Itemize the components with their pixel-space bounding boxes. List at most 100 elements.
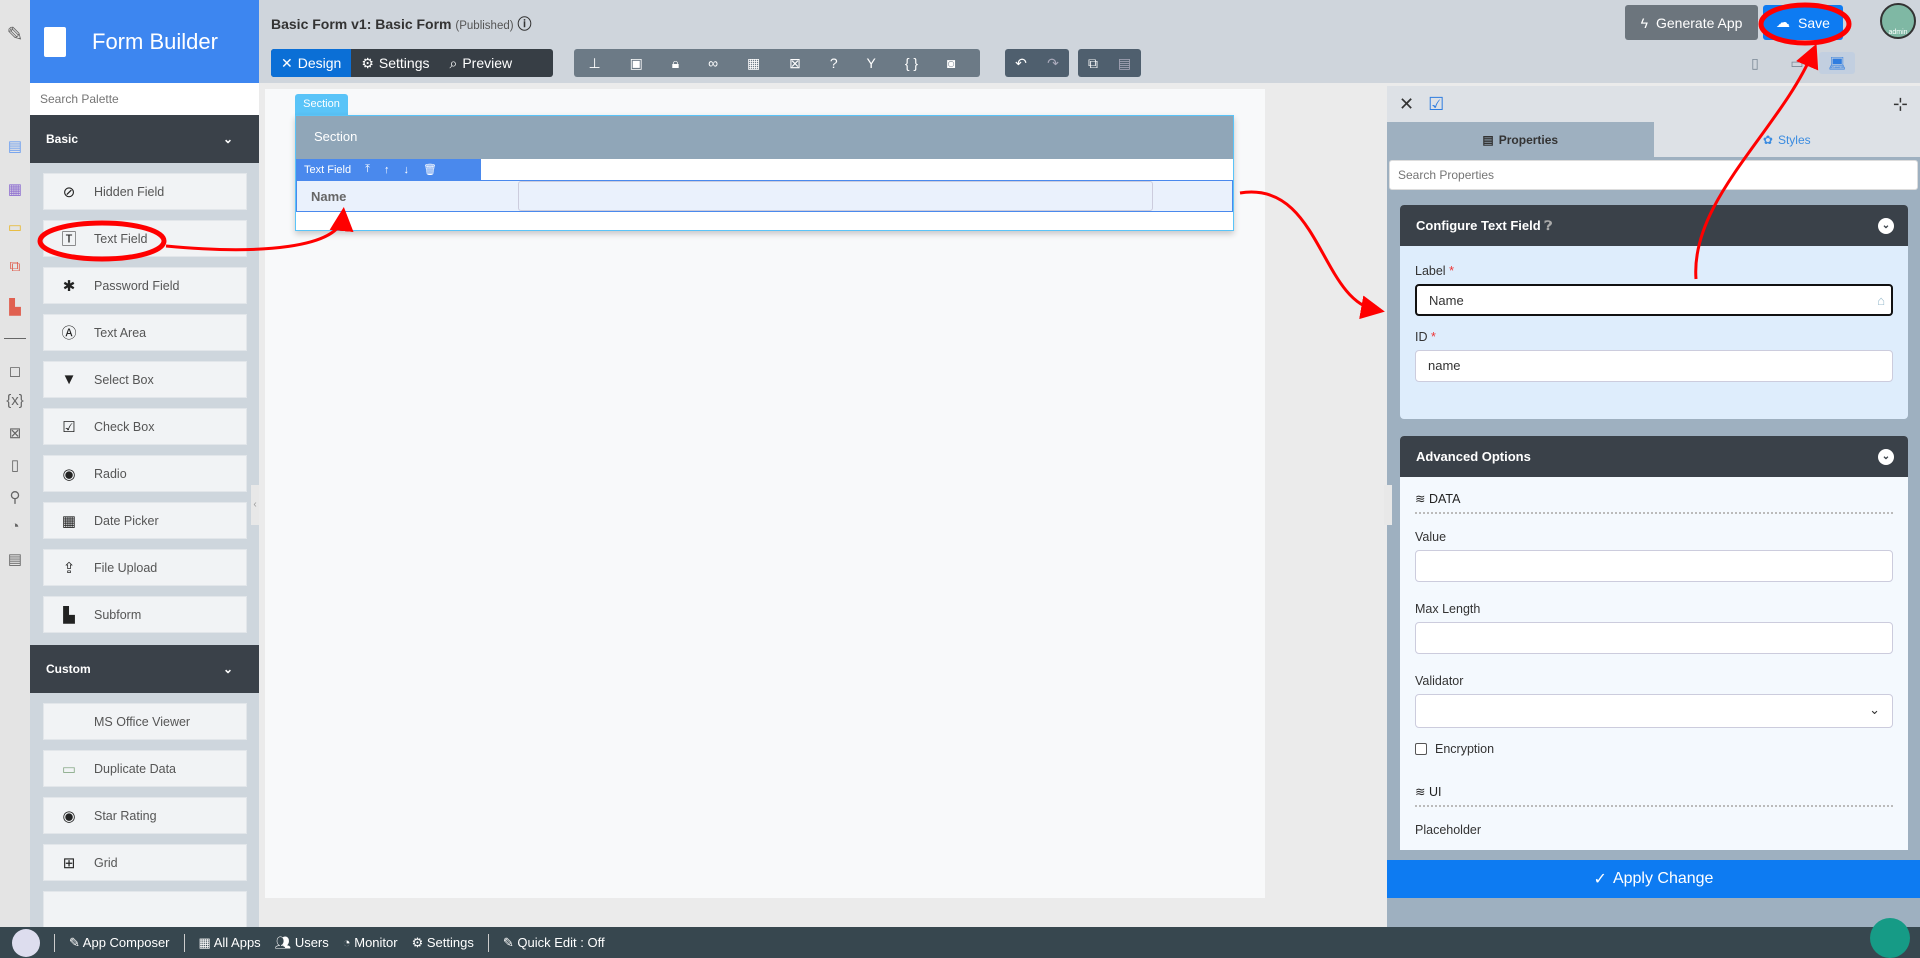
validator-select[interactable]: ⌄	[1415, 694, 1893, 728]
palette-item-password-field[interactable]: ✱ Password Field	[43, 267, 247, 304]
app-brand: Form Builder	[30, 0, 259, 83]
palette-item-radio[interactable]: ◉ Radio	[43, 455, 247, 492]
palette-item-check-box[interactable]: ☑ Check Box	[43, 408, 247, 445]
translate-icon[interactable]: ⌂	[1877, 286, 1885, 316]
palette-item-file-upload[interactable]: ⇪ File Upload	[43, 549, 247, 586]
palette-group-basic[interactable]: Basic ⌄	[30, 115, 259, 163]
design-tab[interactable]: ✕ Design	[271, 49, 352, 77]
lock-icon[interactable]: 🔒︎	[672, 55, 679, 72]
item-label: File Upload	[94, 560, 158, 575]
monitor-link[interactable]: ◔ Monitor	[343, 935, 398, 950]
phone-view-icon[interactable]: ▯	[1741, 52, 1769, 74]
datalist-icon[interactable]: ▦	[4, 180, 26, 198]
userview-icon[interactable]: ▭	[4, 218, 26, 236]
compress-icon[interactable]: ⊹	[1893, 94, 1908, 115]
id-input[interactable]: name	[1415, 350, 1893, 382]
copy-icon[interactable]: ⧉	[1088, 55, 1098, 72]
palette-item-select-box[interactable]: ▼ Select Box	[43, 361, 247, 398]
plugin-icon[interactable]: ⚲	[4, 488, 26, 506]
settings-tab[interactable]: ⚙ Settings	[351, 49, 439, 77]
redo-icon[interactable]: ↷	[1047, 55, 1059, 72]
help-icon[interactable]: ❓︎	[1544, 218, 1552, 233]
note-icon[interactable]: ◻	[4, 362, 26, 380]
palette-group-custom[interactable]: Custom ⌄	[30, 645, 259, 693]
palette-item-duplicate-data[interactable]: ▭ Duplicate Data	[43, 750, 247, 787]
form-section[interactable]: Section Text Field ⤒ ↑ ↓ 🗑︎ Name	[295, 115, 1234, 231]
move-up-icon[interactable]: ↑	[384, 164, 390, 176]
move-down-icon[interactable]: ↓	[403, 164, 409, 176]
tab-styles[interactable]: ✿ Styles	[1653, 122, 1920, 157]
paste-icon[interactable]: ▤	[1118, 55, 1131, 72]
checkbox-icon: ☑	[62, 418, 76, 436]
form-icon[interactable]: ▤	[4, 137, 26, 155]
gauge-icon[interactable]: ◔	[4, 518, 26, 535]
palette-item-star-rating[interactable]: ◉ Star Rating	[43, 797, 247, 834]
tablet-view-icon[interactable]: ▭	[1783, 52, 1811, 74]
search-palette-input[interactable]	[30, 83, 259, 115]
palette-item-ms-office-viewer[interactable]: MS Office Viewer	[43, 703, 247, 740]
undo-icon[interactable]: ↶	[1015, 55, 1027, 72]
palette-item-text-field[interactable]: 🅃 Text Field	[43, 220, 247, 257]
translate-icon[interactable]: ⊠	[4, 424, 26, 442]
value-input[interactable]	[1415, 550, 1893, 582]
configure-header[interactable]: Configure Text Field ❓︎ ⌄	[1400, 205, 1908, 246]
code-icon[interactable]: { }	[905, 55, 918, 71]
generate-app-button[interactable]: ϟ Generate App	[1625, 5, 1758, 40]
branch-icon[interactable]: Y	[867, 55, 876, 71]
chat-bubble[interactable]	[1870, 918, 1910, 958]
file-icon[interactable]: ▯	[4, 456, 26, 474]
binoculars-icon[interactable]: ∞	[708, 55, 718, 71]
text-field-element[interactable]: Name	[296, 180, 1233, 212]
tab-properties[interactable]: ▤ Properties	[1387, 122, 1654, 157]
app-composer-link[interactable]: ✎ App Composer	[69, 935, 170, 951]
field-icon[interactable]: ▣	[630, 55, 643, 72]
preview-tab[interactable]: ⌕ Preview	[439, 49, 522, 77]
palette-item-date-picker[interactable]: ▦ Date Picker	[43, 502, 247, 539]
palette-item-more[interactable]	[43, 891, 247, 927]
move-parent-icon[interactable]: ⤒	[365, 163, 370, 176]
palette-item-text-area[interactable]: Ⓐ Text Area	[43, 314, 247, 351]
camera-icon[interactable]: ◙	[947, 55, 955, 71]
users-link[interactable]: 👥︎ Users	[275, 935, 329, 951]
scroll-icon[interactable]: ▤	[4, 550, 26, 568]
info-icon[interactable]: ⓘ	[517, 16, 531, 32]
palette-item-hidden-field[interactable]: ⊘ Hidden Field	[43, 173, 247, 210]
close-icon[interactable]: ✕	[1399, 94, 1414, 115]
delete-icon[interactable]: 🗑︎	[423, 163, 437, 176]
label-input[interactable]: Name ⌂	[1415, 284, 1893, 316]
link-label: Quick Edit : Off	[517, 934, 605, 950]
save-button[interactable]: ☁ Save	[1763, 5, 1843, 40]
checkbox-icon[interactable]: ☑	[1428, 94, 1444, 115]
panel-resize-handle[interactable]	[1384, 485, 1392, 525]
palette-item-grid[interactable]: ⊞ Grid	[43, 844, 247, 881]
app-composer-icon[interactable]: ✎	[4, 22, 26, 47]
palette-item-subform[interactable]: ▙ Subform	[43, 596, 247, 633]
required-marker: *	[1449, 264, 1454, 278]
translate-icon[interactable]: ⊠	[789, 55, 801, 72]
sitemap-icon[interactable]: ⊥	[588, 55, 600, 72]
max-length-input[interactable]	[1415, 622, 1893, 654]
grid-icon[interactable]: ▦	[747, 55, 760, 72]
quick-edit-toggle[interactable]: ✎ Quick Edit : Off	[503, 935, 605, 951]
palette-collapse-handle[interactable]: ‹	[251, 485, 259, 525]
search-properties-input[interactable]	[1389, 160, 1918, 190]
all-apps-link[interactable]: ▦ All Apps	[199, 935, 261, 951]
desktop-view-icon[interactable]: 💻︎	[1819, 52, 1855, 74]
section-tab[interactable]: Section	[295, 94, 348, 115]
upload-icon: ⇪	[62, 559, 76, 577]
divider	[487, 933, 489, 952]
input-value: Name	[1429, 293, 1464, 308]
settings-link[interactable]: ⚙ Settings	[412, 935, 474, 951]
required-marker: *	[1430, 330, 1436, 344]
help-icon[interactable]: ?	[830, 55, 838, 71]
undo-redo-group: ↶ ↷	[1005, 49, 1069, 77]
advanced-options-header[interactable]: Advanced Options ⌄	[1400, 436, 1908, 477]
process-icon[interactable]: ⧉	[4, 258, 26, 275]
avatar[interactable]: admin	[1880, 3, 1916, 39]
item-label: Star Rating	[94, 808, 157, 823]
logo-icon[interactable]	[12, 928, 40, 957]
report-icon[interactable]: ▙	[4, 298, 26, 316]
encryption-checkbox[interactable]	[1415, 743, 1427, 755]
variable-icon[interactable]: {x}	[4, 392, 26, 409]
apply-change-button[interactable]: ✓ Apply Change	[1387, 860, 1920, 898]
